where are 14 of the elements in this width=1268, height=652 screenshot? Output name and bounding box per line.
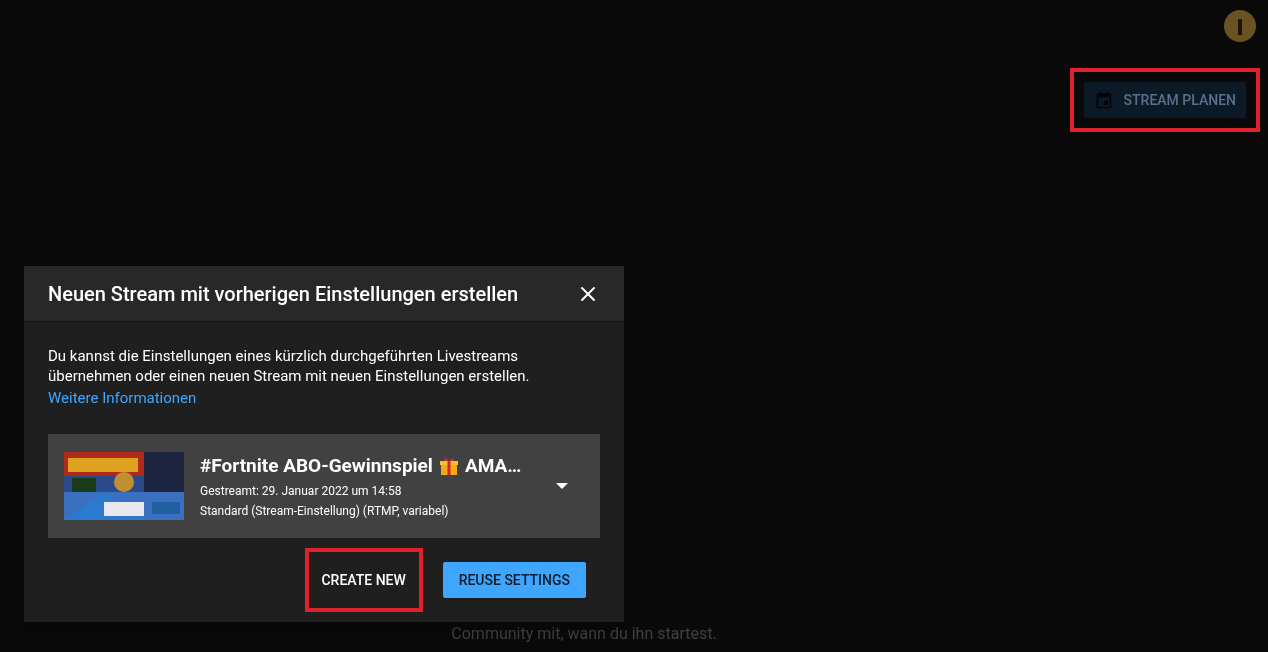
- stream-date: Gestreamt: 29. Januar 2022 um 14:58: [200, 483, 403, 501]
- more-info-link[interactable]: Weitere Informationen: [48, 389, 197, 407]
- schedule-stream-button[interactable]: STREAM PLANEN: [1083, 82, 1246, 118]
- create-new-button[interactable]: CREATE NEW: [318, 562, 409, 598]
- avatar[interactable]: [1224, 10, 1256, 42]
- stream-title: #Fortnite ABO-Gewinnspiel: [200, 452, 433, 479]
- dropdown-icon[interactable]: [556, 483, 568, 489]
- gift-icon: [438, 456, 459, 476]
- dialog-description: Du kannst die Einstellungen eines kürzlich durchgeführten Livestreams übernehmen oder einen neuen Stream mit neuen Einstellungen erstellen.: [48, 346, 531, 386]
- stream-settings: Standard (Stream-Einstellung) (RTMP, variabel): [200, 503, 450, 521]
- stream-card[interactable]: #Fortnite ABO-Gewinnspiel AMA… Gestreamt: 29. Januar 2022 um 14:58 Standard (Stream-Einstellung) (RTMP, variabel): [48, 434, 600, 538]
- reuse-settings-button[interactable]: REUSE SETTINGS: [442, 562, 586, 598]
- stream-title-continued: AMA…: [464, 452, 522, 479]
- dialog-title: Neuen Stream mit vorherigen Einstellungen erstellen: [48, 280, 519, 308]
